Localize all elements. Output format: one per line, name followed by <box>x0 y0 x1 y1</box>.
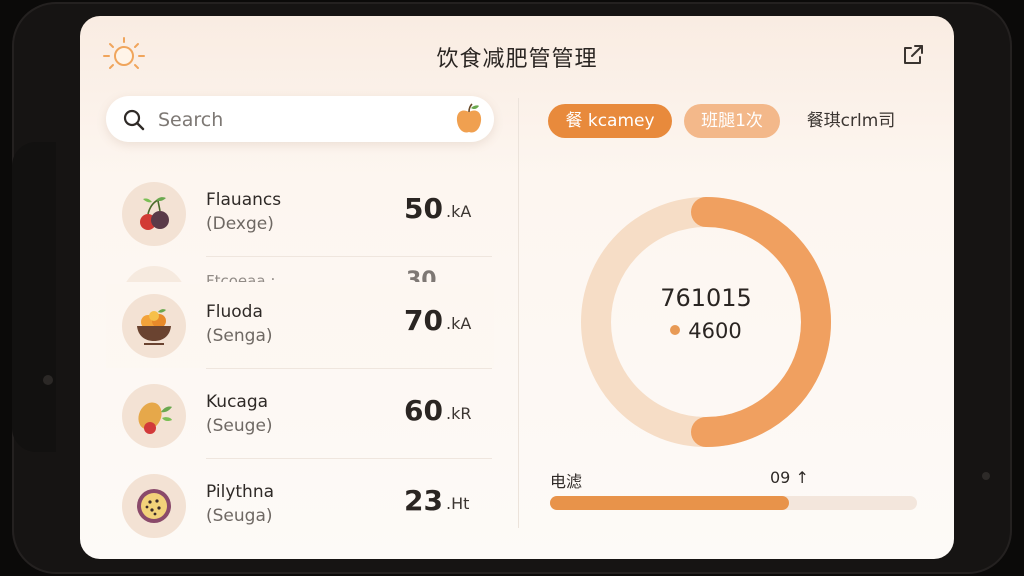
device-side-bezel <box>12 142 56 452</box>
search-input[interactable] <box>156 104 440 136</box>
device-button <box>43 375 53 385</box>
food-name: Kucaga <box>206 392 269 412</box>
passion-fruit-icon <box>137 489 171 523</box>
panel-divider <box>518 98 519 528</box>
food-subtitle: (Seuga) <box>206 506 273 526</box>
food-amount: 50 <box>404 192 443 225</box>
legend-value: 4600 <box>688 319 742 343</box>
search-bar[interactable] <box>106 96 494 142</box>
donut-legend: 4600 <box>566 319 846 343</box>
row-divider <box>206 256 492 257</box>
progress-fill <box>550 496 789 510</box>
food-unit: .kA <box>446 202 472 221</box>
food-thumbnail <box>122 182 186 246</box>
list-item[interactable]: Fluoda (Senga) 70 .kA <box>106 284 494 368</box>
tab-meals[interactable]: 餐琪crlm司 <box>796 104 906 138</box>
progress-bar <box>550 496 917 510</box>
food-amount: 30 <box>406 268 437 282</box>
donut-total: 761015 <box>660 284 752 312</box>
cherries-icon <box>140 197 169 230</box>
progress-label: 电滤 <box>550 472 583 491</box>
progress-value: 09 ↑ <box>770 468 809 487</box>
list-item-partial: Ftcoeaa : 30 <box>106 264 494 282</box>
food-thumbnail <box>122 294 186 358</box>
food-unit: .Ht <box>446 494 470 513</box>
food-subtitle: (Senga) <box>206 326 273 346</box>
fruit-bowl-icon <box>137 309 171 345</box>
food-unit: .kR <box>446 404 472 423</box>
device-sensor <box>982 472 990 480</box>
list-item[interactable]: Pilythna (Seuga) 23 .Ht <box>106 464 494 548</box>
row-divider <box>206 368 492 369</box>
food-subtitle: (Seuge) <box>206 416 273 436</box>
apple-icon[interactable] <box>454 102 484 136</box>
food-amount: 60 <box>404 394 443 427</box>
food-thumbnail <box>122 266 186 282</box>
food-thumbnail <box>122 384 186 448</box>
food-name: Ftcoeaa : <box>206 272 276 282</box>
tab-exercise[interactable]: 班腿1次 <box>684 104 780 138</box>
food-name: Pilythna <box>206 482 275 502</box>
list-item[interactable]: Kucaga (Seuge) 60 .kR <box>106 374 494 458</box>
share-icon[interactable] <box>900 42 926 68</box>
legend-dot <box>670 325 681 335</box>
potato-icon <box>138 402 172 434</box>
app-screen: 饮食减肥管管理 Flau <box>80 16 954 559</box>
app-header: 饮食减肥管管理 <box>80 16 954 96</box>
food-name: Fluoda <box>206 302 263 322</box>
food-amount: 70 <box>404 304 443 337</box>
food-thumbnail <box>122 474 186 538</box>
page-title: 饮食减肥管管理 <box>436 47 598 72</box>
list-item[interactable]: Flauancs (Dexge) 50 .kA <box>106 172 494 256</box>
food-amount: 23 <box>404 484 443 517</box>
row-divider <box>206 458 492 459</box>
food-unit: .kA <box>446 314 472 333</box>
food-subtitle: (Dexge) <box>206 214 274 234</box>
tab-calories[interactable]: 餐 kcamey <box>548 104 672 138</box>
food-name: Flauancs <box>206 190 282 210</box>
search-icon[interactable] <box>122 108 146 132</box>
